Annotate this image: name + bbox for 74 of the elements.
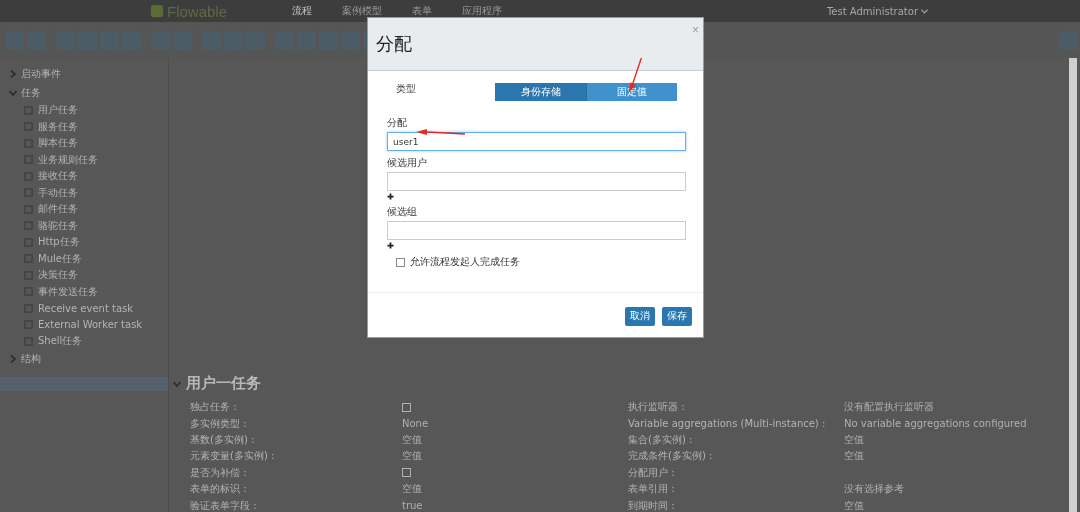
caret-icon[interactable] (921, 8, 928, 14)
palette-item[interactable]: Http任务 (38, 235, 80, 250)
palette-item[interactable]: 骆驼任务 (38, 218, 78, 233)
dialog-button[interactable]: 取消 (625, 306, 655, 326)
dialog-button[interactable]: 保存 (662, 306, 692, 326)
palette-item[interactable]: 邮件任务 (38, 202, 78, 217)
input-field[interactable] (387, 221, 686, 240)
property-value[interactable]: No variable aggregations configured (844, 418, 1027, 430)
field-label: 候选用户 (387, 156, 427, 170)
chevron-icon[interactable] (9, 89, 17, 96)
palette-item[interactable]: Shell任务 (38, 334, 83, 349)
field-label: 分配 (387, 116, 407, 130)
nav-tab[interactable]: 流程 (292, 4, 312, 18)
property-label: 元素变量(多实例) : (190, 449, 276, 464)
nav-tab[interactable]: 表单 (412, 4, 432, 18)
add-icon[interactable] (387, 242, 394, 249)
chevron-icon[interactable] (10, 355, 16, 363)
input-field[interactable] (387, 172, 686, 191)
nav-tab[interactable]: 案例模型 (342, 4, 382, 18)
chevron-icon[interactable] (10, 69, 16, 78)
palette-item[interactable]: 手动任务 (38, 185, 78, 200)
property-label: 是否为补偿 : (190, 465, 248, 480)
palette-item[interactable]: External Worker task (38, 319, 143, 331)
user-menu[interactable]: Test Administrator (826, 5, 918, 17)
type-toggle-button[interactable]: 身份存储 (495, 83, 586, 101)
dialog-title: 分配 (376, 32, 412, 56)
property-label: 多实例类型 : (190, 416, 248, 431)
property-value[interactable]: 空值 (402, 449, 422, 464)
property-value[interactable]: 空值 (844, 432, 864, 447)
property-value[interactable]: None (402, 418, 429, 430)
palette-group[interactable]: 启动事件 (21, 66, 61, 81)
palette-group[interactable]: 任务 (21, 85, 41, 100)
checkbox[interactable] (396, 257, 405, 267)
palette-item[interactable]: 接收任务 (38, 169, 78, 184)
property-label: 到期时间 : (628, 498, 676, 512)
scrollbar[interactable] (1069, 58, 1077, 512)
property-label: 表单的标识 : (190, 482, 248, 497)
property-value[interactable]: 空值 (844, 449, 864, 464)
palette-group[interactable]: 结构 (21, 352, 41, 366)
property-checkbox[interactable] (402, 468, 411, 478)
nav-tab[interactable]: 应用程序 (462, 4, 502, 18)
properties-title[interactable]: 用户一任务 (186, 374, 261, 393)
add-icon[interactable] (387, 193, 394, 200)
property-label: 独占任务 : (190, 400, 238, 415)
palette-item[interactable]: 脚本任务 (38, 136, 78, 151)
property-value[interactable]: 空值 (402, 482, 422, 497)
property-value[interactable]: true (402, 500, 423, 512)
chevron-icon[interactable] (173, 380, 181, 387)
logo-icon (150, 4, 164, 18)
palette-item[interactable]: 服务任务 (38, 119, 78, 134)
property-value[interactable]: 没有配置执行监听器 (844, 400, 934, 415)
property-label: 基数(多实例) : (190, 432, 256, 447)
palette-item[interactable]: Mule任务 (38, 251, 82, 266)
close-button[interactable]: × (690, 24, 701, 36)
palette-item[interactable]: 用户任务 (38, 103, 78, 118)
palette-item[interactable]: 决策任务 (38, 268, 78, 283)
field-label: 候选组 (387, 205, 417, 219)
property-label: 执行监听器 : (628, 400, 686, 415)
property-label: 集合(多实例) : (628, 432, 694, 447)
property-value[interactable]: 没有选择参考 (844, 482, 904, 497)
property-value[interactable]: 空值 (402, 432, 422, 447)
property-label: 分配用户 : (628, 465, 676, 480)
property-value[interactable]: 空值 (844, 498, 864, 512)
property-label: Variable aggregations (Multi-instance) : (628, 418, 827, 430)
input-field[interactable]: user1 (387, 132, 686, 151)
palette-item[interactable]: Receive event task (38, 302, 134, 314)
field-label: 类型 (396, 82, 417, 96)
palette-item[interactable]: 事件发送任务 (38, 284, 98, 299)
property-checkbox[interactable] (402, 402, 411, 412)
checkbox-label: 允许流程发起人完成任务 (410, 255, 520, 269)
palette-item[interactable]: 业务规则任务 (38, 152, 98, 167)
property-label: 完成条件(多实例) : (628, 449, 714, 464)
property-label: 验证表单字段 : (190, 498, 258, 512)
property-label: 表单引用 : (628, 482, 676, 497)
